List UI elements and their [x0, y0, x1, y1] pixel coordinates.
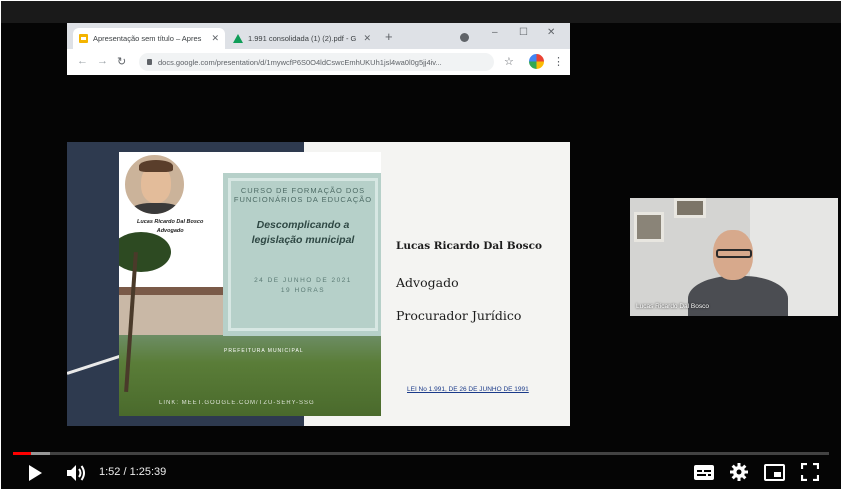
course-subtitle: Descomplicando a legislação municipal: [251, 219, 355, 246]
course-flyer: PREFEITURA MUNICIPAL LINK: MEET.GOOGLE.C…: [119, 152, 381, 416]
maximize-icon: ☐: [519, 27, 528, 38]
video-frame[interactable]: Apresentação sem título – Apres ✕ 1.991 …: [1, 1, 841, 489]
back-icon: ←: [77, 55, 88, 67]
slides-icon: [79, 34, 88, 43]
tab-strip: Apresentação sem título – Apres ✕ 1.991 …: [67, 23, 570, 49]
video-player[interactable]: Apresentação sem título – Apres ✕ 1.991 …: [1, 1, 841, 489]
minimize-icon: –: [492, 27, 498, 38]
video-top-band: [1, 1, 841, 23]
menu-icon: ⋮: [553, 56, 564, 68]
progress-played: [13, 452, 31, 455]
drive-icon: [233, 34, 243, 43]
flyer-caption: PREFEITURA MUNICIPAL: [224, 348, 304, 354]
tab-search-icon: [460, 33, 469, 42]
presenter-role-1: Advogado: [396, 275, 459, 290]
tab-title: 1.991 consolidada (1) (2).pdf - G: [248, 34, 357, 43]
speaker-avatar: [122, 152, 187, 217]
wall-shelf: [634, 212, 664, 242]
browser-tab-pdf: 1.991 consolidada (1) (2).pdf - G ✕: [227, 28, 377, 49]
star-icon: ☆: [504, 56, 514, 68]
browser-tab-slides: Apresentação sem título – Apres ✕: [73, 28, 225, 49]
subtitles-icon[interactable]: [694, 465, 714, 480]
participant-name: Lucas Ricardo Dal Bosco: [636, 303, 709, 310]
wall-shelf: [674, 198, 706, 218]
participant-glasses: [716, 249, 752, 258]
url-text: docs.google.com/presentation/d/1mywcfP6S…: [158, 57, 442, 67]
address-bar: docs.google.com/presentation/d/1mywcfP6S…: [139, 53, 494, 71]
lock-icon: [147, 59, 152, 65]
profile-avatar: [529, 54, 544, 69]
player-controls: 1:52 / 1:25:39: [1, 457, 841, 489]
settings-gear-icon[interactable]: [730, 463, 748, 481]
presenter-role-2: Procurador Jurídico: [396, 308, 522, 323]
miniplayer-icon[interactable]: [764, 464, 785, 481]
browser-window: Apresentação sem título – Apres ✕ 1.991 …: [67, 23, 570, 75]
palm-tree-image: [119, 232, 171, 272]
forward-icon: →: [97, 55, 108, 67]
close-icon: ✕: [363, 33, 371, 43]
participant-body: [688, 276, 788, 316]
flyer-link: LINK: MEET.GOOGLE.COM/TZU-SERY-SSG: [159, 400, 315, 406]
close-icon: ✕: [211, 33, 219, 43]
browser-toolbar: ← → ↻ docs.google.com/presentation/d/1my…: [67, 49, 570, 75]
volume-icon[interactable]: [65, 463, 87, 483]
presentation-slide: PREFEITURA MUNICIPAL LINK: MEET.GOOGLE.C…: [67, 142, 570, 426]
fullscreen-icon[interactable]: [801, 463, 819, 481]
play-icon[interactable]: [29, 465, 42, 481]
course-info-box: CURSO DE FORMAÇÃO DOS FUNCIONÁRIOS DA ED…: [223, 173, 381, 336]
reload-icon: ↻: [117, 56, 127, 68]
progress-bar[interactable]: [13, 452, 829, 455]
webcam-feed: Lucas Ricardo Dal Bosco: [630, 198, 838, 316]
tab-title: Apresentação sem título – Apres: [93, 34, 202, 43]
law-reference-link: LEI No 1.991, DE 26 DE JUNHO DE 1991: [407, 386, 529, 393]
course-title: CURSO DE FORMAÇÃO DOS FUNCIONÁRIOS DA ED…: [233, 186, 373, 204]
presenter-name: Lucas Ricardo Dal Bosco: [396, 240, 542, 252]
flyer-speaker-name: Lucas Ricardo Dal Bosco Advogado: [137, 219, 204, 234]
new-tab-icon: +: [385, 29, 393, 44]
course-date: 24 DE JUNHO DE 2021 19 HORAS: [254, 277, 352, 294]
window-close-icon: ✕: [547, 27, 556, 38]
time-display: 1:52 / 1:25:39: [99, 466, 167, 478]
